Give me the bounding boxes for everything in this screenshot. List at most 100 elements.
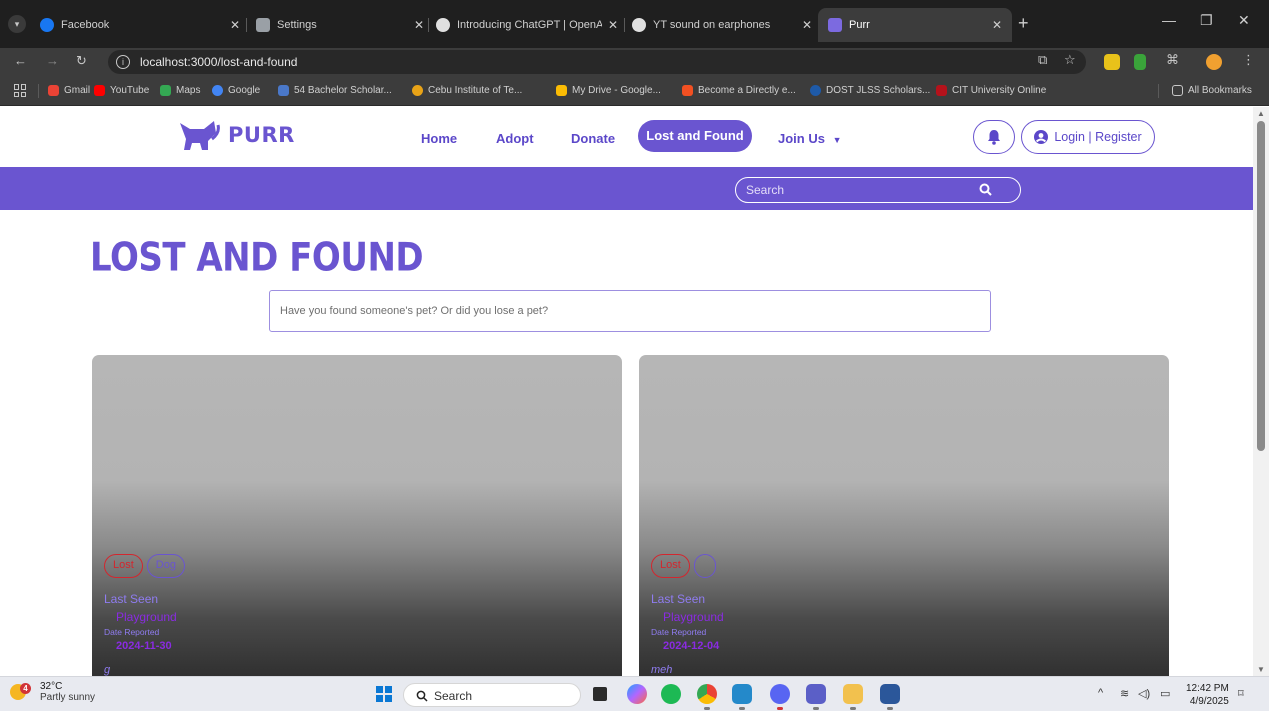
minimize-icon[interactable]: — [1162, 12, 1176, 28]
bookmark-label: Gmail [64, 85, 91, 96]
bookmark-gmail[interactable]: Gmail [48, 85, 90, 96]
menu-kebab-icon[interactable]: ⋮ [1242, 52, 1255, 68]
close-icon[interactable]: ✕ [802, 18, 812, 32]
bookmark-divider [1158, 84, 1159, 98]
maps-icon [160, 85, 171, 96]
scroll-up-icon[interactable]: ▲ [1257, 109, 1265, 118]
gmail-icon [48, 85, 59, 96]
tab-purr[interactable]: Purr ✕ [818, 8, 1012, 42]
running-indicator [887, 707, 893, 710]
bookmark-label: 54 Bachelor Scholar... [294, 85, 392, 96]
bookmark-label: Google [228, 85, 261, 96]
bookmark-site-icon [278, 85, 289, 96]
nav-lost-and-found[interactable]: Lost and Found [638, 120, 752, 152]
extensions-puzzle-icon[interactable]: ⌘ [1166, 52, 1179, 68]
file-explorer-icon[interactable] [843, 684, 863, 704]
forward-icon[interactable]: → [46, 53, 59, 68]
page-scrollbar[interactable]: ▲ ▼ [1253, 107, 1269, 676]
weather-alert-badge: 4 [20, 683, 31, 694]
bookmarks-bar: Gmail YouTube Maps Google 54 Bachelor Sc… [0, 76, 1269, 106]
tab-facebook[interactable]: Facebook ✕ [40, 14, 240, 36]
chrome-icon[interactable] [697, 684, 717, 704]
notifications-button[interactable] [973, 120, 1015, 154]
post-report-input[interactable] [269, 290, 991, 332]
taskbar-search[interactable]: Search [403, 683, 581, 707]
windows-start-icon[interactable] [376, 686, 392, 702]
extension-icon[interactable] [1134, 54, 1146, 70]
nav-adopt[interactable]: Adopt [496, 131, 534, 146]
pet-type-badge [693, 554, 716, 578]
wifi-icon[interactable]: ≋ [1120, 687, 1129, 700]
apps-grid-icon[interactable] [14, 84, 27, 97]
copilot-icon[interactable] [627, 684, 647, 704]
bookmark-directly[interactable]: Become a Directly e... [682, 85, 796, 96]
bookmark-label: My Drive - Google... [572, 85, 661, 96]
spotify-icon[interactable] [661, 684, 681, 704]
site-search-input[interactable] [746, 181, 976, 199]
nav-home[interactable]: Home [421, 131, 457, 146]
bookmark-maps[interactable]: Maps [160, 85, 200, 96]
bookmark-cebu-institute[interactable]: Cebu Institute of Te... [412, 85, 522, 96]
date-reported-value: 2024-12-04 [663, 640, 720, 652]
nav-donate[interactable]: Donate [571, 131, 615, 146]
bookmark-bachelor-scholar[interactable]: 54 Bachelor Scholar... [278, 85, 392, 96]
bookmark-site-icon [936, 85, 947, 96]
teams-icon[interactable] [806, 684, 826, 704]
bookmark-site-icon [412, 85, 423, 96]
site-info-icon[interactable]: i [116, 55, 130, 69]
last-seen-place: Playground [116, 610, 177, 624]
login-register-button[interactable]: Login | Register [1021, 120, 1155, 154]
bookmark-youtube[interactable]: YouTube [94, 85, 149, 96]
lost-found-card[interactable]: Lost Dog Last Seen Playground Date Repor… [92, 355, 622, 676]
nav-join-us[interactable]: Join Us ▼ [778, 131, 842, 146]
install-app-icon[interactable]: ⧉ [1038, 52, 1047, 68]
close-icon[interactable]: ✕ [992, 18, 1002, 32]
discord-icon[interactable] [770, 684, 790, 704]
reload-icon[interactable]: ↻ [76, 53, 87, 69]
all-bookmarks-folder[interactable]: All Bookmarks [1172, 85, 1252, 96]
weather-widget[interactable]: 4 32°C Partly sunny [10, 681, 95, 703]
notification-center-icon[interactable]: ⌑ [1238, 687, 1244, 700]
close-icon[interactable]: ✕ [414, 18, 424, 32]
address-bar[interactable]: i localhost:3000/lost-and-found [108, 50, 1086, 74]
status-badge: Lost [651, 554, 690, 578]
new-tab-icon[interactable]: + [1018, 13, 1029, 34]
close-icon[interactable]: ✕ [608, 18, 618, 32]
lost-found-card[interactable]: Lost Last Seen Playground Date Reported … [639, 355, 1169, 676]
last-seen-label: Last Seen [651, 592, 706, 606]
scroll-down-icon[interactable]: ▼ [1257, 665, 1265, 674]
close-window-icon[interactable]: ✕ [1238, 12, 1250, 29]
search-icon[interactable] [979, 183, 992, 196]
running-indicator [813, 707, 819, 710]
bookmark-google[interactable]: Google [212, 85, 260, 96]
bookmark-label: YouTube [110, 85, 150, 96]
back-icon[interactable]: ← [14, 53, 27, 68]
bookmark-cit-online[interactable]: CIT University Online [936, 85, 1046, 96]
battery-icon[interactable]: ▭ [1160, 687, 1170, 700]
card-badges: Lost Dog [104, 554, 189, 578]
running-indicator [739, 707, 745, 710]
bookmark-dost-jlss[interactable]: DOST JLSS Scholars... [810, 85, 930, 96]
bookmark-star-icon[interactable]: ☆ [1064, 52, 1076, 68]
close-icon[interactable]: ✕ [230, 18, 240, 32]
date-reported-value: 2024-11-30 [116, 640, 172, 652]
word-icon[interactable] [880, 684, 900, 704]
card-description: meh [651, 664, 673, 676]
tab-chatgpt[interactable]: Introducing ChatGPT | OpenAI ✕ [436, 14, 618, 36]
task-view-icon[interactable] [593, 687, 607, 701]
system-clock[interactable]: 12:42 PM 4/9/2025 [1186, 682, 1229, 708]
tray-chevron-up-icon[interactable]: ^ [1098, 687, 1103, 699]
tab-settings[interactable]: Settings ✕ [256, 14, 424, 36]
restore-icon[interactable]: ❐ [1200, 12, 1213, 29]
scrollbar-thumb[interactable] [1257, 121, 1265, 451]
profile-avatar[interactable] [1206, 54, 1222, 70]
browser-toolbar: ← → ↻ i localhost:3000/lost-and-found ⧉ … [0, 48, 1269, 76]
tab-yt-sound[interactable]: YT sound on earphones ✕ [632, 14, 812, 36]
tab-search-icon[interactable]: ▾ [8, 15, 26, 33]
volume-icon[interactable]: ◁) [1138, 687, 1150, 700]
bookmark-my-drive[interactable]: My Drive - Google... [556, 85, 661, 96]
site-search-box[interactable] [735, 177, 1021, 203]
extension-icon[interactable] [1104, 54, 1120, 70]
site-logo[interactable]: PURR [178, 119, 295, 151]
vscode-icon[interactable] [732, 684, 752, 704]
